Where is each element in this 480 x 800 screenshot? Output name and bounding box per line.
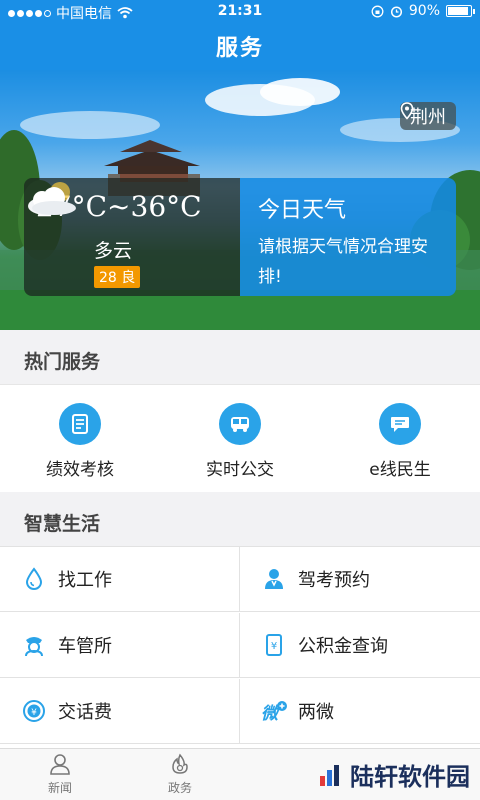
- smart-life-label: 公积金查询: [298, 636, 388, 657]
- battery-percent: 90%: [408, 3, 440, 19]
- cloudy-weather-icon: [28, 182, 76, 215]
- document-icon: [72, 414, 88, 434]
- nav-item-news[interactable]: 新闻: [20, 753, 100, 796]
- smart-life-label: 车管所: [58, 636, 112, 657]
- weather-condition: 多云: [94, 240, 133, 262]
- chat-icon: [391, 417, 409, 432]
- alarm-icon: [390, 5, 402, 18]
- bottom-nav: 新闻 政务 陆轩软件园: [0, 748, 480, 800]
- weibo-plus-icon: 微: [261, 701, 287, 722]
- air-quality-badge: 28 良: [94, 266, 141, 288]
- today-weather-title: 今日天气: [258, 198, 347, 223]
- smart-life-item-weibo-wechat[interactable]: 微 两微: [240, 679, 480, 744]
- phone-card-icon: ¥: [266, 634, 282, 656]
- drop-icon: [25, 567, 43, 591]
- hot-services-panel: 绩效考核 实时公交 e线民生: [0, 384, 480, 492]
- person-outline-icon: [50, 754, 70, 775]
- smart-life-grid: 找工作 驾考预约 车管所 ¥ 公积金查询 ¥ 交话费 微 两微: [0, 546, 480, 748]
- yen-coin-icon: ¥: [23, 700, 45, 722]
- watermark: 陆轩软件园: [318, 757, 470, 792]
- smart-life-item-phone-bill[interactable]: ¥ 交话费: [0, 679, 240, 744]
- nav-item-government[interactable]: 政务: [140, 753, 220, 796]
- watermark-text: 陆轩软件园: [350, 763, 470, 791]
- hot-service-label: e线民生: [369, 460, 431, 480]
- nav-label: 新闻: [47, 781, 72, 795]
- smart-life-item-housing-fund[interactable]: ¥ 公积金查询: [240, 613, 480, 678]
- location-label: 荆州: [410, 107, 446, 128]
- hot-services-header: 热门服务: [0, 330, 480, 384]
- hot-service-bus[interactable]: 实时公交: [160, 403, 320, 480]
- person-icon: [265, 569, 283, 589]
- hot-service-label: 实时公交: [206, 460, 274, 480]
- smart-life-label: 交话费: [58, 702, 112, 723]
- svg-text:¥: ¥: [31, 708, 37, 718]
- smart-life-item-jobs[interactable]: 找工作: [0, 547, 240, 612]
- smart-life-item-vehicle-office[interactable]: 车管所: [0, 613, 240, 678]
- smart-life-header: 智慧生活: [0, 492, 480, 546]
- svg-text:¥: ¥: [271, 641, 277, 652]
- today-weather-panel: 今日天气 请根据天气情况合理安排!: [240, 178, 456, 296]
- smart-life-label: 找工作: [58, 570, 112, 591]
- location-badge[interactable]: 荆州: [400, 102, 456, 130]
- flame-icon: [172, 753, 188, 774]
- bus-icon: [231, 417, 249, 432]
- smart-life-title: 智慧生活: [24, 513, 101, 535]
- status-bar: 中国电信 21:31 90%: [0, 0, 480, 24]
- hot-service-performance[interactable]: 绩效考核: [0, 403, 160, 480]
- top-bar: 中国电信 21:31 90% 服务: [0, 0, 480, 70]
- location-pin-icon: [400, 102, 414, 120]
- battery-icon: [446, 5, 475, 17]
- rotation-lock-icon: [371, 5, 384, 17]
- watermark-logo-icon: [320, 764, 339, 786]
- weather-card: 27°C~36°C 多云 28 良: [24, 178, 240, 296]
- page-title: 服务: [215, 36, 264, 61]
- smart-life-item-driving-test[interactable]: 驾考预约: [240, 547, 480, 612]
- nav-label: 政务: [167, 781, 192, 795]
- hot-service-label: 绩效考核: [46, 460, 114, 480]
- today-weather-text: 请根据天气情况合理安排!: [258, 237, 428, 287]
- weather-banner[interactable]: 荆州 27°C~36°C 多云 28 良 今日天气 请根据天气情况合理安排!: [0, 70, 480, 330]
- smart-life-label: 两微: [298, 702, 334, 723]
- police-icon: [25, 637, 43, 657]
- hot-service-livelihood[interactable]: e线民生: [320, 403, 480, 480]
- hot-services-title: 热门服务: [24, 351, 101, 373]
- smart-life-label: 驾考预约: [298, 570, 370, 591]
